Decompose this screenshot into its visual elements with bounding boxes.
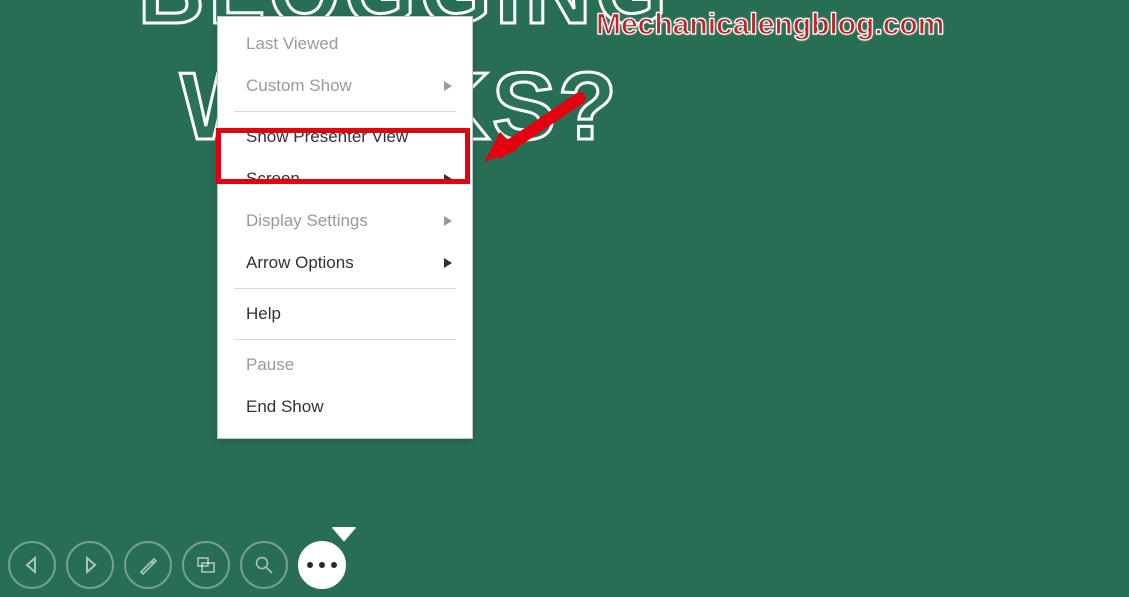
slideshow-context-menu: Last Viewed Custom Show Show Presenter V… [217, 16, 473, 439]
menu-item-end-show[interactable]: End Show [218, 386, 472, 428]
menu-item-label: Pause [246, 355, 294, 374]
previous-slide-button[interactable] [8, 541, 56, 589]
menu-item-arrow-options[interactable]: Arrow Options [218, 242, 472, 284]
menu-item-label: Help [246, 304, 281, 323]
submenu-arrow-icon [444, 258, 452, 268]
menu-item-display-settings[interactable]: Display Settings [218, 200, 472, 242]
menu-divider [234, 288, 456, 289]
menu-item-label: End Show [246, 397, 324, 416]
slideshow-toolbar [8, 541, 346, 589]
more-options-button[interactable] [298, 541, 346, 589]
zoom-button[interactable] [240, 541, 288, 589]
menu-divider [234, 339, 456, 340]
menu-divider [234, 111, 456, 112]
ellipsis-icon [304, 562, 340, 568]
menu-item-label: Arrow Options [246, 253, 354, 272]
menu-item-label: Screen [246, 169, 300, 188]
menu-item-label: Last Viewed [246, 34, 338, 53]
see-all-slides-button[interactable] [182, 541, 230, 589]
pen-tool-button[interactable] [124, 541, 172, 589]
next-slide-button[interactable] [66, 541, 114, 589]
menu-item-label: Custom Show [246, 76, 352, 95]
menu-item-show-presenter-view[interactable]: Show Presenter View [218, 116, 472, 158]
submenu-arrow-icon [444, 174, 452, 184]
menu-item-label: Show Presenter View [246, 127, 408, 146]
menu-item-last-viewed[interactable]: Last Viewed [218, 23, 472, 65]
menu-item-screen[interactable]: Screen [218, 158, 472, 200]
watermark-text: Mechanicalengblog.com [596, 8, 944, 42]
menu-item-label: Display Settings [246, 211, 368, 230]
submenu-arrow-icon [444, 81, 452, 91]
menu-item-help[interactable]: Help [218, 293, 472, 335]
submenu-arrow-icon [444, 216, 452, 226]
menu-pointer-icon [332, 527, 356, 541]
menu-item-pause[interactable]: Pause [218, 344, 472, 386]
menu-item-custom-show[interactable]: Custom Show [218, 65, 472, 107]
